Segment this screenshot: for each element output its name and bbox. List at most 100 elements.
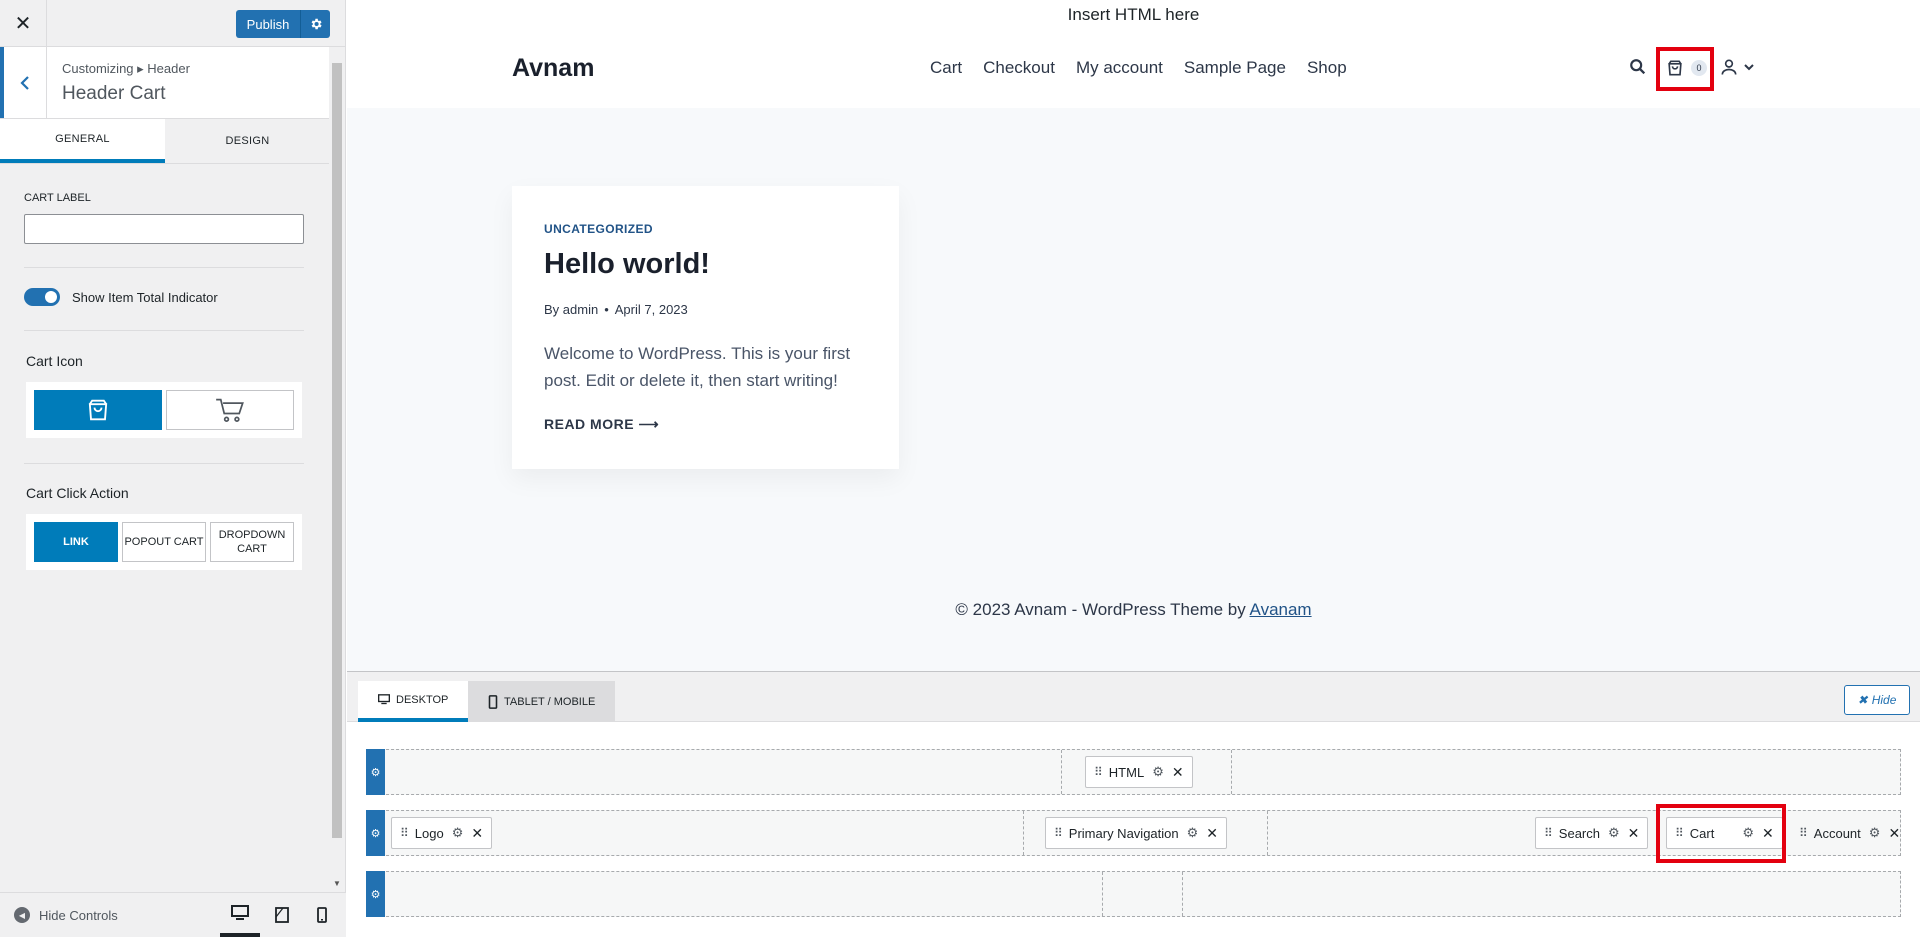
row-settings-button[interactable]: ⚙ [366, 810, 385, 856]
builder-row-top[interactable]: ⚙ ⠿ HTML ⚙ ✕ [366, 749, 1901, 795]
close-icon: ✖ [1857, 693, 1868, 707]
tablet-icon [275, 907, 289, 923]
builder-item-html[interactable]: ⠿ HTML ⚙ ✕ [1085, 756, 1193, 788]
hide-builder-button[interactable]: ✖ Hide [1844, 685, 1910, 715]
cart-label-input[interactable] [24, 214, 304, 244]
click-action-link[interactable]: LINK [34, 522, 118, 562]
back-button[interactable] [0, 47, 47, 118]
footer-copyright: © 2023 Avnam - WordPress Theme by [955, 600, 1250, 619]
publish-label: Publish [246, 16, 290, 32]
drag-handle-icon[interactable]: ⠿ [400, 826, 409, 840]
row-settings-button[interactable]: ⚙ [366, 749, 385, 795]
builder-item-label: Account [1813, 825, 1861, 841]
publish-button[interactable]: Publish [236, 10, 330, 38]
section-header: Customizing ▸ Header Header Cart [0, 47, 330, 119]
drag-handle-icon[interactable]: ⠿ [1544, 826, 1553, 840]
builder-item-label: Primary Navigation [1068, 825, 1179, 841]
builder-item-search[interactable]: ⠿ Search ⚙ ✕ [1535, 817, 1649, 849]
publish-settings-button[interactable] [300, 10, 330, 38]
post-meta: By admin • April 7, 2023 [544, 302, 688, 317]
header-cart-button[interactable]: 0 [1665, 58, 1707, 78]
device-mobile-button[interactable] [302, 893, 342, 937]
device-tablet-button[interactable] [262, 893, 302, 937]
nav-item-sample-page[interactable]: Sample Page [1184, 58, 1286, 78]
item-total-toggle[interactable] [24, 288, 60, 306]
close-icon[interactable]: ✕ [1888, 825, 1900, 842]
tab-design[interactable]: DESIGN [165, 119, 330, 163]
drag-handle-icon[interactable]: ⠿ [1094, 765, 1103, 779]
site-logo[interactable]: Avnam [512, 54, 594, 83]
post-date[interactable]: April 7, 2023 [615, 302, 688, 317]
footer-link[interactable]: Avanam [1250, 600, 1312, 619]
gear-icon[interactable]: ⚙ [1869, 825, 1881, 841]
nav-item-shop[interactable]: Shop [1307, 58, 1347, 78]
site-preview: Insert HTML here Avnam Cart Checkout My … [347, 0, 1920, 671]
shopping-bag-icon [88, 399, 108, 421]
gear-icon[interactable]: ⚙ [1187, 825, 1199, 841]
sidebar-controls: CART LABEL Show Item Total Indicator Car… [0, 164, 330, 892]
tab-general[interactable]: GENERAL [0, 119, 165, 163]
cart-icon-options [26, 382, 302, 438]
cart-highlight-box [1656, 804, 1786, 863]
cart-label-label: CART LABEL [24, 192, 91, 204]
scroll-down-arrow[interactable]: ▼ [333, 879, 341, 888]
nav-item-my-account[interactable]: My account [1076, 58, 1163, 78]
gear-icon [311, 18, 322, 30]
builder-item-logo[interactable]: ⠿ Logo ⚙ ✕ [391, 817, 493, 849]
hide-controls-button[interactable]: ◀ Hide Controls [14, 907, 118, 923]
gear-icon[interactable]: ⚙ [1608, 825, 1620, 841]
header-account-button[interactable] [1719, 57, 1755, 77]
cart-icon-cart-option[interactable] [166, 390, 294, 430]
sidebar-scrollbar[interactable]: ▼ [329, 47, 345, 892]
drag-handle-icon[interactable]: ⠿ [1799, 826, 1808, 840]
desktop-icon [378, 694, 390, 705]
row-settings-button[interactable]: ⚙ [366, 871, 385, 917]
close-icon[interactable]: ✕ [1206, 825, 1218, 842]
close-icon[interactable]: ✕ [1172, 764, 1184, 781]
post-excerpt: Welcome to WordPress. This is your first… [544, 344, 851, 390]
tab-tablet-mobile[interactable]: TABLET / MOBILE [468, 681, 616, 722]
column-divider [1182, 872, 1183, 916]
post-author[interactable]: By admin [544, 302, 598, 317]
nav-item-checkout[interactable]: Checkout [983, 58, 1055, 78]
click-action-dropdown[interactable]: DROPDOWN CART [210, 522, 294, 562]
header-html[interactable]: Insert HTML here [347, 0, 1920, 30]
builder-item-primary-navigation[interactable]: ⠿ Primary Navigation ⚙ ✕ [1045, 817, 1228, 849]
close-icon: ✕ [14, 12, 32, 35]
close-customizer-button[interactable]: ✕ [0, 0, 47, 46]
hide-builder-label: Hide [1871, 693, 1897, 707]
post-category[interactable]: UNCATEGORIZED [544, 222, 653, 236]
breadcrumb: Customizing ▸ Header [62, 61, 190, 76]
chevron-left-icon [20, 75, 29, 90]
primary-navigation: Cart Checkout My account Sample Page Sho… [930, 58, 1347, 78]
cart-icon-bag-option[interactable] [34, 390, 162, 430]
read-more-link[interactable]: READ MORE ⟶ [544, 416, 659, 433]
column-divider [1102, 872, 1103, 916]
search-icon [1630, 59, 1646, 75]
column-divider [1267, 811, 1268, 855]
gear-icon[interactable]: ⚙ [452, 825, 464, 841]
builder-tabs: DESKTOP TABLET / MOBILE ✖ Hide [347, 672, 1920, 722]
header-search-button[interactable] [1629, 58, 1647, 76]
drag-handle-icon[interactable]: ⠿ [1054, 826, 1063, 840]
column-divider [1023, 811, 1024, 855]
builder-row-main[interactable]: ⚙ ⠿ Logo ⚙ ✕ ⠿ Primary Navigation ⚙ ✕ ⠿ … [366, 804, 1901, 863]
builder-row-bottom[interactable]: ⚙ [366, 871, 1901, 917]
tab-desktop[interactable]: DESKTOP [358, 681, 469, 722]
scrollbar-thumb[interactable] [332, 63, 342, 838]
click-action-popout[interactable]: POPOUT CART [122, 522, 206, 562]
device-desktop-button[interactable] [220, 893, 260, 937]
read-more-label: READ MORE [544, 416, 635, 432]
close-icon[interactable]: ✕ [471, 825, 483, 842]
post-title[interactable]: Hello world! [544, 248, 710, 281]
builder-item-account[interactable]: ⠿ Account ⚙ ✕ [1791, 817, 1908, 849]
customizer-sidebar: ✕ Publish Customizing ▸ Header Header Ca… [0, 0, 346, 937]
gear-icon[interactable]: ⚙ [1152, 764, 1164, 780]
tablet-icon [488, 694, 498, 709]
sidebar-footer: ◀ Hide Controls [0, 892, 346, 937]
toggle-knob [45, 291, 57, 303]
chevron-down-icon [1744, 64, 1754, 71]
close-icon[interactable]: ✕ [1628, 825, 1640, 842]
builder-item-label: Logo [414, 825, 444, 841]
nav-item-cart[interactable]: Cart [930, 58, 962, 78]
